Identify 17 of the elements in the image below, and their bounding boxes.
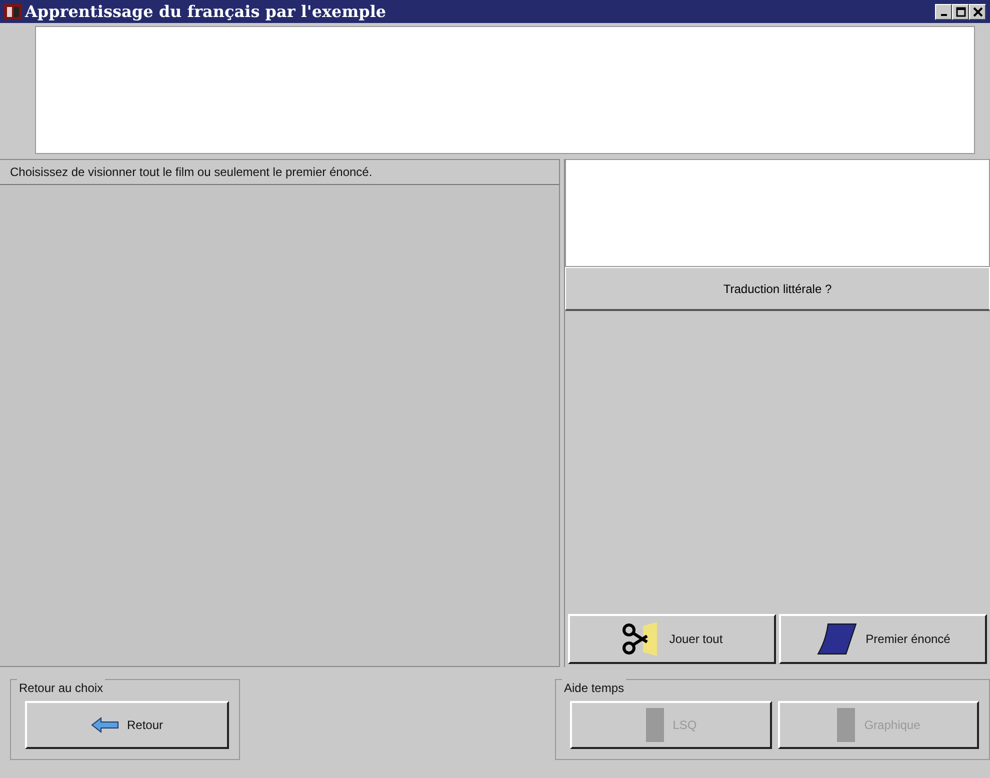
maximize-button[interactable]	[952, 4, 969, 20]
window-title: Apprentissage du français par l'exemple	[25, 0, 388, 22]
play-button[interactable]: Premier énoncé	[779, 614, 987, 664]
app-icon	[4, 4, 22, 20]
translation-button[interactable]: Traduction littérale ?	[565, 267, 990, 311]
play-button[interactable]: Jouer tout	[568, 614, 776, 664]
maximize-icon	[956, 6, 966, 16]
group-label: Aide temps	[562, 679, 626, 697]
left-arrow-icon	[90, 717, 119, 733]
blank-icon	[836, 707, 856, 743]
film-strip-icon	[816, 622, 858, 656]
close-icon	[972, 6, 982, 16]
minimize-icon	[940, 14, 946, 16]
close-button[interactable]	[969, 4, 986, 20]
minimize-button[interactable]	[935, 4, 952, 20]
blank-icon	[644, 707, 665, 743]
action-button[interactable]: Retour	[25, 701, 229, 749]
